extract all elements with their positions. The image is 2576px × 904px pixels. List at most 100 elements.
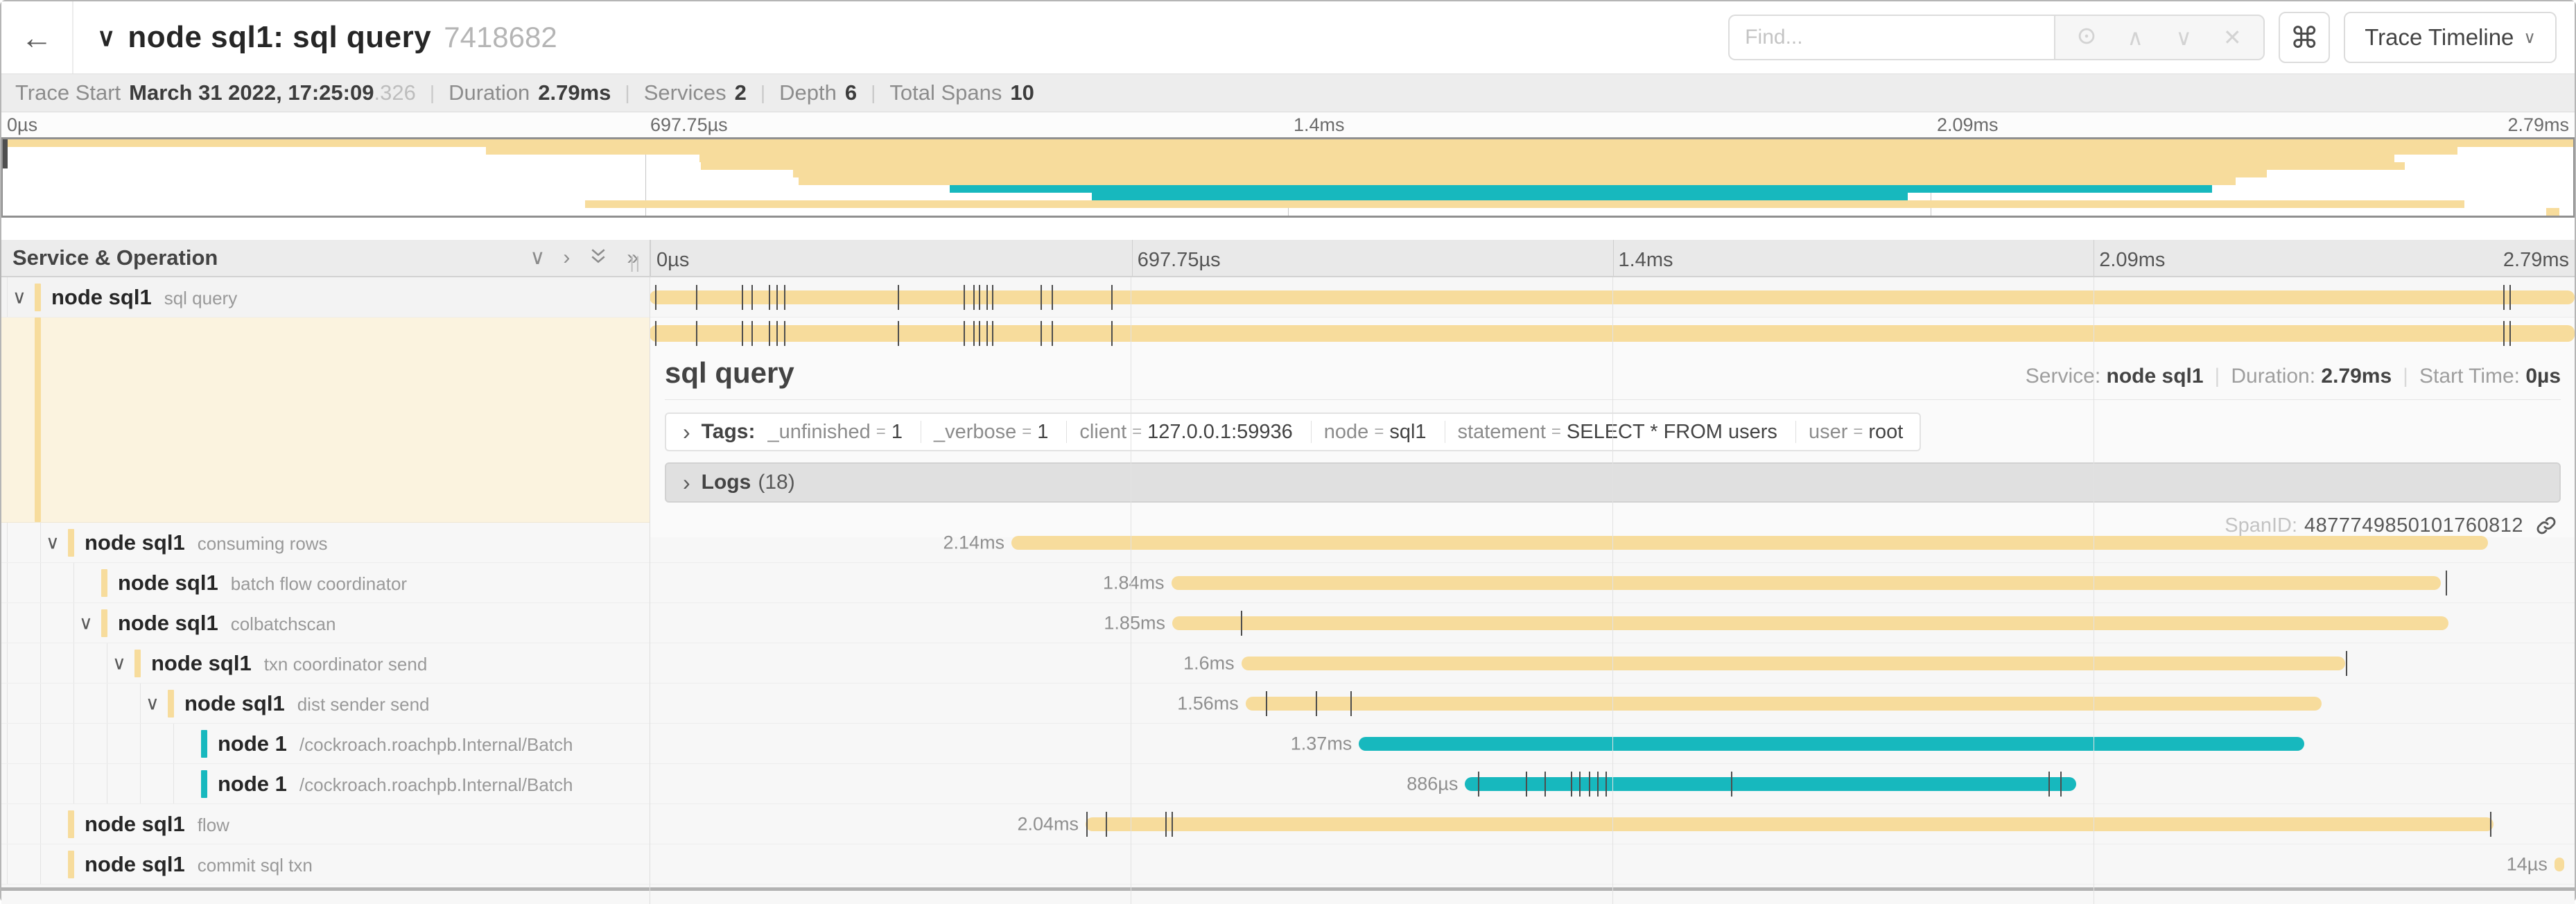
depth-guide-line	[40, 603, 41, 643]
depth-guide-line	[40, 563, 41, 602]
span-row-name-cell[interactable]: node 1/cockroach.roachpb.Internal/Batch	[1, 724, 650, 763]
tag-key: client	[1079, 421, 1126, 444]
prev-result-icon[interactable]: ∧	[2111, 26, 2159, 49]
span-log-tick	[1086, 812, 1088, 837]
span-row-timeline-cell[interactable]: 14µs	[650, 844, 2575, 884]
span-row-timeline-cell[interactable]: 1.56ms	[650, 684, 2575, 723]
next-result-icon[interactable]: ∨	[2159, 26, 2208, 49]
span-row-timeline-cell[interactable]: 1.85ms	[650, 603, 2575, 643]
span-row[interactable]: ∨node sql1colbatchscan1.85ms	[1, 603, 2575, 643]
collapse-all-icon[interactable]	[588, 245, 609, 270]
span-row[interactable]: node 1/cockroach.roachpb.Internal/Batch 1…	[1, 724, 2575, 764]
locate-icon[interactable]	[2062, 24, 2111, 51]
depth-guide-line	[40, 724, 41, 763]
detail-title-row: sql queryService: node sql1|Duration: 2.…	[665, 349, 2561, 390]
span-log-tick	[696, 321, 697, 346]
row-expander-icon[interactable]: ∨	[46, 532, 60, 553]
span-bar[interactable]	[1465, 777, 2076, 791]
span-bar[interactable]	[1242, 657, 2346, 670]
span-row-timeline-cell[interactable]: 1.6ms	[650, 643, 2575, 683]
span-row-timeline-cell[interactable]: 2.04ms	[650, 804, 2575, 844]
span-row-timeline-cell[interactable]: 1.37ms	[650, 724, 2575, 763]
summary-item-value: 10	[1010, 80, 1034, 105]
span-row-name-cell[interactable]: node sql1batch flow coordinator	[1, 563, 650, 602]
tag-equals: =	[1132, 422, 1142, 442]
service-color-bar	[35, 318, 41, 522]
span-log-tick	[986, 285, 988, 310]
timeline-tick-label: 697.75µs	[1138, 249, 1221, 272]
minimap-drag-handle[interactable]	[3, 139, 8, 168]
timeline-tick-label: 2.09ms	[2099, 249, 2165, 272]
operation-name: dist sender send	[297, 694, 430, 715]
view-dropdown-button[interactable]: Trace Timeline ∨	[2344, 12, 2557, 63]
depth-guide-line	[7, 804, 8, 844]
span-log-tick	[992, 285, 993, 310]
meta-separator: |	[2215, 365, 2220, 388]
depth-guide-line	[73, 724, 74, 763]
row-expander-icon[interactable]: ∨	[79, 612, 93, 634]
span-duration-label: 1.37ms	[1291, 733, 1359, 754]
row-expander-icon[interactable]: ∨	[12, 286, 26, 308]
span-bar[interactable]	[1172, 616, 2448, 630]
span-bar[interactable]	[1011, 536, 2488, 550]
span-row[interactable]: node sql1batch flow coordinator1.84ms	[1, 563, 2575, 603]
depth-guide-line	[73, 684, 74, 723]
minimap-tick-label: 2.09ms	[1937, 114, 1999, 136]
service-name: node 1/cockroach.roachpb.Internal/Batch	[218, 772, 573, 797]
span-bar[interactable]	[1172, 576, 2441, 590]
span-log-tick	[1052, 321, 1053, 346]
find-input[interactable]	[1728, 15, 2054, 60]
span-log-tick	[1041, 321, 1042, 346]
span-bar[interactable]	[650, 290, 2575, 304]
span-row[interactable]: node 1/cockroach.roachpb.Internal/Batch 8…	[1, 764, 2575, 804]
span-log-tick	[1605, 772, 1607, 797]
depth-guide-line	[7, 764, 8, 803]
expand-one-icon[interactable]: ›	[563, 247, 570, 268]
tags-accordion[interactable]: ›Tags:_unfinished=1_verbose=1client=127.…	[665, 412, 1921, 451]
span-row-name-cell[interactable]: node 1/cockroach.roachpb.Internal/Batch	[1, 764, 650, 803]
span-row-name-cell[interactable]: ∨node sql1sql query	[1, 277, 650, 317]
span-bar[interactable]	[1086, 817, 2494, 831]
span-log-tick	[964, 321, 965, 346]
service-color-bar	[168, 690, 174, 718]
span-row-name-cell[interactable]: node sql1flow	[1, 804, 650, 844]
span-row[interactable]: ∨node sql1dist sender send1.56ms	[1, 684, 2575, 724]
copy-link-icon[interactable]	[2534, 514, 2558, 537]
span-duration-label: 14µs	[2507, 853, 2555, 875]
operation-name: commit sql txn	[198, 855, 313, 876]
summary-item-label: Trace Start	[15, 80, 121, 105]
span-bar[interactable]	[2555, 858, 2564, 871]
keyboard-shortcuts-button[interactable]: ⌘	[2279, 12, 2330, 63]
span-row-timeline-cell[interactable]: 886µs	[650, 764, 2575, 803]
span-row-name-cell[interactable]: ∨node sql1colbatchscan	[1, 603, 650, 643]
column-resize-grip[interactable]: ||	[630, 254, 641, 273]
span-row-name-cell[interactable]: ∨node sql1dist sender send	[1, 684, 650, 723]
logs-accordion[interactable]: ›Logs(18)	[665, 462, 2561, 503]
span-bar[interactable]	[1359, 737, 2304, 751]
detail-duration-label: Duration:	[2231, 365, 2321, 388]
span-row-name-cell[interactable]: ∨node sql1txn coordinator send	[1, 643, 650, 683]
span-row-name-cell[interactable]: node sql1commit sql txn	[1, 844, 650, 884]
span-bar[interactable]	[1246, 697, 2322, 711]
service-name: node sql1consuming rows	[85, 530, 328, 555]
minimap-span-bar	[585, 200, 2464, 208]
row-expander-icon[interactable]: ∨	[146, 693, 159, 714]
tag-item: _unfinished=1	[767, 421, 903, 444]
span-row[interactable]: node sql1flow2.04ms	[1, 804, 2575, 844]
back-button[interactable]: ←	[1, 1, 73, 73]
span-row[interactable]: ∨node sql1txn coordinator send1.6ms	[1, 643, 2575, 684]
summary-item-label: Total Spans	[889, 80, 1002, 105]
summary-item-value: 6	[845, 80, 857, 105]
trace-minimap[interactable]	[1, 137, 2575, 218]
collapse-one-icon[interactable]: ∨	[530, 247, 545, 268]
span-row-name-cell[interactable]: ∨ node sql1consuming rows	[1, 523, 650, 562]
span-bar[interactable]	[650, 325, 2575, 342]
span-row[interactable]: node sql1commit sql txn 14µs	[1, 844, 2575, 885]
clear-search-icon[interactable]: ✕	[2208, 26, 2256, 49]
span-row-timeline-cell[interactable]: 1.84ms	[650, 563, 2575, 602]
row-expander-icon[interactable]: ∨	[112, 652, 126, 674]
span-row[interactable]: ∨node sql1sql query	[1, 277, 2575, 318]
span-log-tick	[973, 285, 975, 310]
collapse-trace-icon[interactable]: ∨	[97, 23, 115, 52]
span-row-timeline-cell[interactable]	[650, 277, 2575, 317]
